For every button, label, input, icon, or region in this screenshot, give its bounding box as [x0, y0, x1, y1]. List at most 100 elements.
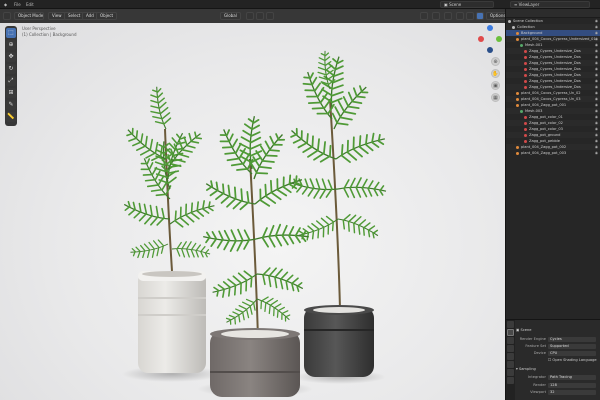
overlays-icon[interactable]	[432, 12, 440, 20]
object-type-icon	[516, 97, 519, 101]
outliner-item-label: plant_004_Cocos_Cypress_Un_03	[521, 97, 581, 101]
menu-file[interactable]: File	[14, 1, 21, 8]
axis-x-icon[interactable]	[478, 36, 484, 42]
mode-selector[interactable]: Object Mode	[14, 12, 44, 20]
proportional-edit-icon[interactable]	[266, 12, 274, 20]
outliner-item-label: Scene Collection	[513, 19, 543, 23]
outliner-item-label: Zagg_pot_color_02	[529, 121, 563, 125]
world-tab-icon[interactable]	[507, 361, 514, 368]
orientation-selector[interactable]: Global	[220, 12, 241, 20]
object-type-icon	[524, 133, 527, 137]
object-type-icon	[520, 43, 523, 47]
render-tab-icon[interactable]	[507, 329, 514, 336]
rotate-tool-icon[interactable]: ↻	[6, 64, 16, 74]
object-type-icon	[524, 61, 527, 65]
outliner-item-label: Background	[521, 31, 543, 35]
object-type-icon	[524, 139, 527, 143]
editor-type-icon[interactable]	[3, 12, 11, 20]
xray-icon[interactable]	[444, 12, 452, 20]
outliner-item-label: Zagg_Cypres_Undersize_Dos	[529, 55, 581, 59]
scene-render	[119, 49, 390, 397]
blender-logo-icon[interactable]: ◆	[4, 1, 7, 8]
outliner-item-label: Zagg_Cypres_Undersize_Dos	[529, 67, 581, 71]
shading-solid-icon[interactable]	[456, 12, 464, 20]
object-type-icon	[524, 79, 527, 83]
shading-rendered-icon[interactable]	[476, 12, 484, 20]
snap-icon[interactable]	[256, 12, 264, 20]
outliner-item[interactable]: plant_004_Zagg_pot_003 ◉	[506, 150, 600, 156]
render-engine-dropdown[interactable]: Cycles	[548, 337, 596, 342]
outliner-item-label: plant_004_Cocos_Cypress_Undersized_01	[521, 37, 596, 41]
menu-edit[interactable]: Edit	[26, 1, 34, 8]
object-type-icon	[516, 103, 519, 107]
osl-checkbox[interactable]: ☐ Open Shading Language	[548, 358, 597, 362]
visibility-icon[interactable]	[420, 12, 428, 20]
outliner-item-label: Zagg_Cypres_Undersize_Dos	[529, 61, 581, 65]
scene-selector[interactable]: ▣ Scene	[440, 1, 494, 8]
object-type-icon	[516, 145, 519, 149]
cursor-tool-icon[interactable]: ⊕	[6, 40, 16, 50]
outliner-item-label: Mesh.003	[525, 109, 543, 113]
viewport-samples-row: Viewport 32	[516, 390, 596, 395]
feature-set-dropdown[interactable]: Supported	[548, 344, 596, 349]
integrator-dropdown[interactable]: Path Tracing	[548, 375, 596, 380]
transform-tool-icon[interactable]: ⊞	[6, 88, 16, 98]
outliner-item-label: Zagg_pot_color_03	[529, 127, 563, 131]
visibility-eye-icon[interactable]: ◉	[595, 150, 598, 156]
measure-tool-icon[interactable]: 📏	[6, 112, 16, 122]
object-type-icon	[524, 49, 527, 53]
navigation-gizmo[interactable]	[475, 23, 505, 55]
view-layer-selector[interactable]: ≡ ViewLayer	[510, 1, 590, 8]
view-layer-tab-icon[interactable]	[507, 345, 514, 352]
outliner-item-label: Zagg_pot_color_01	[529, 115, 563, 119]
feature-set-row: Feature Set Supported	[516, 344, 596, 349]
object-type-icon	[524, 67, 527, 71]
render-samples-field[interactable]: 128	[548, 383, 596, 388]
shading-material-icon[interactable]	[466, 12, 474, 20]
tool-tab-icon[interactable]	[507, 321, 514, 328]
outliner-item-label: Zagg_pot_ground	[529, 133, 561, 137]
3d-viewport[interactable]: Object Mode View Select Add Object Globa…	[0, 9, 505, 400]
output-tab-icon[interactable]	[507, 337, 514, 344]
top-bar: ◆ File Edit ▣ Scene ≡ ViewLayer	[0, 0, 600, 9]
object-type-icon	[516, 37, 519, 41]
device-row: Device CPU	[516, 351, 596, 356]
options-dropdown[interactable]: Options	[486, 12, 505, 20]
outliner: Scene Collection ◉ Collection ◉ Background ◉ p…	[505, 9, 600, 319]
material-tab-icon[interactable]	[507, 377, 514, 384]
camera-view-icon[interactable]: ▣	[491, 81, 500, 90]
object-tab-icon[interactable]	[507, 369, 514, 376]
render-samples-row: Render 128	[516, 383, 596, 388]
object-type-icon	[516, 151, 519, 155]
plant-left	[119, 84, 219, 272]
move-tool-icon[interactable]: ✥	[6, 52, 16, 62]
zoom-icon[interactable]: ⊕	[491, 57, 500, 66]
annotate-tool-icon[interactable]: ✎	[6, 100, 16, 110]
pot-taupe	[210, 328, 300, 397]
integrator-row: Integrator Path Tracing	[516, 375, 596, 380]
device-dropdown[interactable]: CPU	[548, 351, 596, 356]
sampling-section-header[interactable]: ▾ Sampling	[516, 367, 536, 371]
axis-neg-z-icon[interactable]	[487, 47, 493, 53]
select-box-tool-icon[interactable]: ⬚	[6, 28, 16, 38]
viewport-samples-field[interactable]: 32	[548, 390, 596, 395]
axis-z-icon[interactable]	[487, 25, 493, 31]
object-type-icon	[508, 19, 511, 23]
scale-tool-icon[interactable]: ⤢	[6, 76, 16, 86]
pot-dark	[304, 305, 374, 377]
perspective-toggle-icon[interactable]: ▦	[491, 93, 500, 102]
outliner-item-label: Zagg_Cypres_Undersize_Dos	[529, 49, 581, 53]
menu-view[interactable]: View	[48, 12, 66, 20]
outliner-item-label: plant_004_Cocos_Cypress_Un_02	[521, 91, 581, 95]
scene-tab-icon[interactable]	[507, 353, 514, 360]
object-type-icon	[524, 121, 527, 125]
axis-y-icon[interactable]	[496, 36, 502, 42]
menu-object[interactable]: Object	[96, 12, 118, 20]
pan-icon[interactable]: ✋	[491, 69, 500, 78]
object-type-icon	[512, 25, 515, 29]
pivot-icon[interactable]	[246, 12, 254, 20]
outliner-item-label: Zagg_Cypres_Undersize_Dos	[529, 85, 581, 89]
object-type-icon	[520, 109, 523, 113]
outliner-item-label: Mesh.001	[525, 43, 543, 47]
outliner-header	[506, 9, 600, 18]
